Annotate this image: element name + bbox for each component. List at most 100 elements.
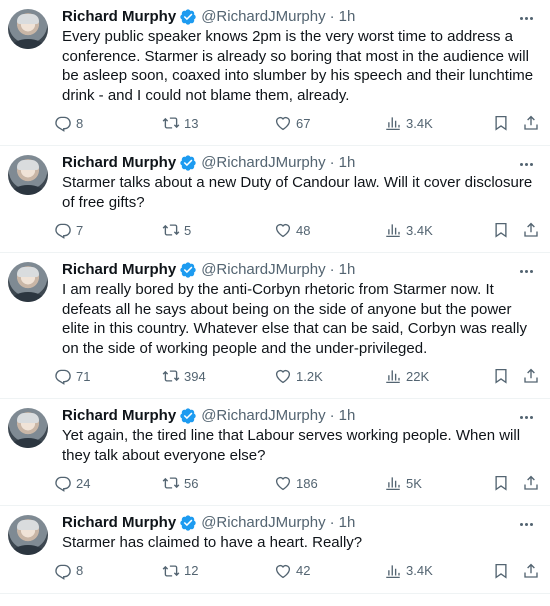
like-count: 42 xyxy=(296,563,311,578)
separator-dot: · xyxy=(329,261,335,278)
share-icon xyxy=(524,368,538,383)
avatar[interactable] xyxy=(8,155,48,195)
more-options-icon[interactable] xyxy=(516,156,536,172)
verified-badge-icon xyxy=(180,9,196,25)
share-button[interactable] xyxy=(522,114,540,132)
tweet-header: Richard Murphy @RichardJMurphy · 1h xyxy=(62,153,534,173)
tweet-time[interactable]: 1h xyxy=(339,153,356,173)
like-button[interactable]: 1.2K xyxy=(274,367,323,385)
retweet-button[interactable]: 56 xyxy=(162,474,198,492)
bookmark-icon xyxy=(495,563,507,579)
author-handle[interactable]: @RichardJMurphy xyxy=(201,7,325,27)
share-button[interactable] xyxy=(522,367,540,385)
reply-button[interactable]: 71 xyxy=(54,367,90,385)
author-handle[interactable]: @RichardJMurphy xyxy=(201,153,325,173)
view-count: 5K xyxy=(406,475,422,491)
bookmark-button[interactable] xyxy=(492,221,510,239)
retweet-button[interactable]: 394 xyxy=(162,367,206,385)
retweet-button[interactable]: 5 xyxy=(162,221,191,239)
share-button[interactable] xyxy=(522,474,540,492)
tweet-header: Richard Murphy @RichardJMurphy · 1h xyxy=(62,406,534,426)
bookmark-button[interactable] xyxy=(492,367,510,385)
author-name[interactable]: Richard Murphy xyxy=(62,153,176,173)
reply-button[interactable]: 24 xyxy=(54,474,90,492)
more-options-icon[interactable] xyxy=(516,409,536,425)
author-handle[interactable]: @RichardJMurphy xyxy=(201,260,325,280)
share-icon xyxy=(524,222,538,237)
share-button[interactable] xyxy=(522,221,540,239)
tweet[interactable]: Richard Murphy @RichardJMurphy · 1h Yet … xyxy=(0,399,550,506)
tweet[interactable]: Richard Murphy @RichardJMurphy · 1h Star… xyxy=(0,146,550,253)
tweet-feed: Richard Murphy @RichardJMurphy · 1h Ever… xyxy=(0,0,550,594)
more-options-icon[interactable] xyxy=(516,10,536,26)
view-count: 22K xyxy=(406,368,430,384)
share-icon xyxy=(524,563,538,578)
views-button[interactable]: 3.4K xyxy=(384,114,433,132)
views-button[interactable]: 3.4K xyxy=(384,562,433,580)
like-count: 1.2K xyxy=(296,368,323,384)
tweet-actions: 71 394 1.2K 22K xyxy=(55,362,538,398)
more-options-icon[interactable] xyxy=(516,263,536,279)
tweet-header: Richard Murphy @RichardJMurphy · 1h xyxy=(62,513,534,533)
reply-icon xyxy=(55,564,71,580)
avatar[interactable] xyxy=(8,262,48,302)
tweet-actions: 7 5 48 3.4K xyxy=(55,216,538,252)
reply-icon xyxy=(55,369,71,385)
view-count: 3.4K xyxy=(406,115,433,131)
tweet-header: Richard Murphy @RichardJMurphy · 1h xyxy=(62,260,534,280)
like-button[interactable]: 67 xyxy=(274,114,310,132)
bookmark-button[interactable] xyxy=(492,474,510,492)
views-chart-icon xyxy=(386,564,400,578)
views-button[interactable]: 3.4K xyxy=(384,221,433,239)
tweet-text: I am really bored by the anti-Corbyn rhe… xyxy=(62,281,532,357)
author-name[interactable]: Richard Murphy xyxy=(62,406,176,426)
bookmark-button[interactable] xyxy=(492,114,510,132)
like-button[interactable]: 186 xyxy=(274,474,318,492)
avatar[interactable] xyxy=(8,515,48,555)
heart-icon xyxy=(275,369,291,384)
reply-button[interactable]: 7 xyxy=(54,221,83,239)
reply-count: 8 xyxy=(76,115,84,131)
share-icon xyxy=(524,115,538,130)
author-handle[interactable]: @RichardJMurphy xyxy=(201,513,325,533)
like-button[interactable]: 42 xyxy=(274,562,310,580)
author-name[interactable]: Richard Murphy xyxy=(62,260,176,280)
tweet-time[interactable]: 1h xyxy=(339,513,356,533)
author-name[interactable]: Richard Murphy xyxy=(62,513,176,533)
avatar[interactable] xyxy=(8,9,48,49)
separator-dot: · xyxy=(329,154,335,171)
view-count: 3.4K xyxy=(406,222,433,238)
reply-icon xyxy=(55,476,71,492)
share-button[interactable] xyxy=(522,562,540,580)
like-count: 67 xyxy=(296,115,311,131)
tweet[interactable]: Richard Murphy @RichardJMurphy · 1h Ever… xyxy=(0,0,550,146)
tweet[interactable]: Richard Murphy @RichardJMurphy · 1h I am… xyxy=(0,253,550,399)
bookmark-icon xyxy=(495,222,507,238)
retweet-button[interactable]: 13 xyxy=(162,114,198,132)
tweet-text: Yet again, the tired line that Labour se… xyxy=(62,427,525,464)
views-button[interactable]: 22K xyxy=(384,367,429,385)
reply-count: 71 xyxy=(76,368,91,384)
reply-button[interactable]: 8 xyxy=(54,114,83,132)
tweet-time[interactable]: 1h xyxy=(339,406,356,426)
views-button[interactable]: 5K xyxy=(384,474,422,492)
tweet[interactable]: Richard Murphy @RichardJMurphy · 1h Star… xyxy=(0,506,550,594)
author-name[interactable]: Richard Murphy xyxy=(62,7,176,27)
bookmark-icon xyxy=(495,475,507,491)
bookmark-button[interactable] xyxy=(492,562,510,580)
reply-button[interactable]: 8 xyxy=(54,562,83,580)
separator-dot: · xyxy=(329,514,335,531)
bookmark-icon xyxy=(495,115,507,131)
bookmark-icon xyxy=(495,368,507,384)
tweet-time[interactable]: 1h xyxy=(339,7,356,27)
like-count: 186 xyxy=(296,475,318,491)
tweet-time[interactable]: 1h xyxy=(339,260,356,280)
tweet-text: Starmer has claimed to have a heart. Rea… xyxy=(62,534,363,551)
author-handle[interactable]: @RichardJMurphy xyxy=(201,406,325,426)
avatar[interactable] xyxy=(8,408,48,448)
view-count: 3.4K xyxy=(406,563,433,578)
like-button[interactable]: 48 xyxy=(274,221,310,239)
more-options-icon[interactable] xyxy=(516,516,536,532)
retweet-button[interactable]: 12 xyxy=(162,562,198,580)
tweet-actions: 24 56 186 5K xyxy=(55,469,538,505)
